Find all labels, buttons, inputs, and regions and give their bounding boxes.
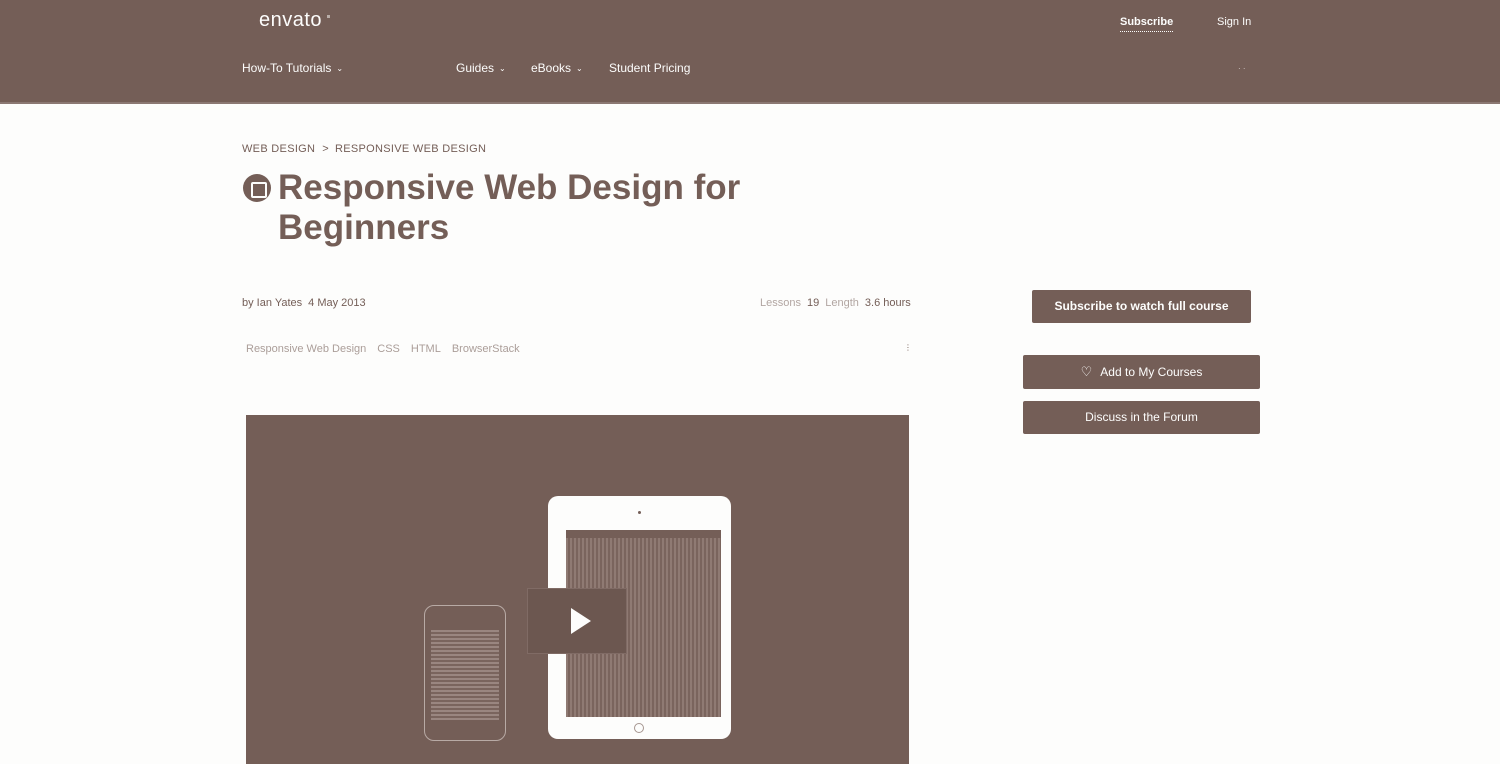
course-stats: Lessons 19 Length 3.6 hours bbox=[760, 297, 917, 309]
tag-item[interactable]: BrowserStack bbox=[452, 343, 520, 355]
site-header: envato Subscribe Sign In How-To Tutorial… bbox=[0, 0, 1500, 104]
tag-item[interactable]: Responsive Web Design bbox=[246, 343, 366, 355]
breadcrumb-separator: > bbox=[322, 143, 330, 155]
breadcrumb-responsive-web-design[interactable]: RESPONSIVE WEB DESIGN bbox=[335, 143, 486, 155]
subscribe-watch-button[interactable]: Subscribe to watch full course bbox=[1032, 290, 1251, 323]
phone-screen bbox=[431, 630, 499, 720]
add-button-label: Add to My Courses bbox=[1100, 365, 1203, 379]
video-player[interactable] bbox=[246, 415, 909, 764]
sign-in-link[interactable]: Sign In bbox=[1217, 16, 1251, 28]
nav-guides[interactable]: Guides ⌄ bbox=[456, 61, 506, 75]
chevron-down-icon: ⌄ bbox=[576, 64, 583, 73]
page-title: Responsive Web Design for Beginners bbox=[278, 168, 741, 247]
add-to-my-courses-button[interactable]: ♡ Add to My Courses bbox=[1023, 355, 1260, 389]
subscribe-link[interactable]: Subscribe bbox=[1120, 16, 1174, 32]
length-value: 3.6 hours bbox=[864, 297, 911, 309]
tablet-home-button bbox=[634, 723, 644, 733]
share-icon[interactable]: ⋮ bbox=[904, 343, 912, 352]
envato-logo[interactable]: envato bbox=[259, 9, 331, 32]
nav-label: How-To Tutorials bbox=[242, 61, 332, 75]
play-icon[interactable] bbox=[527, 588, 627, 654]
lessons-count: 19 bbox=[806, 297, 820, 309]
nav-student-pricing[interactable]: Student Pricing bbox=[609, 61, 690, 75]
course-byline: by Ian Yates 4 May 2013 bbox=[242, 297, 366, 309]
tag-item[interactable]: HTML bbox=[411, 343, 441, 355]
phone-illustration bbox=[424, 605, 506, 741]
author-link[interactable]: by Ian Yates bbox=[242, 297, 302, 309]
search-icon[interactable]: · · bbox=[1238, 64, 1246, 73]
nav-label: Student Pricing bbox=[609, 61, 691, 75]
chevron-down-icon: ⌄ bbox=[499, 64, 506, 73]
nav-label: eBooks bbox=[531, 61, 572, 75]
breadcrumb: WEB DESIGN > RESPONSIVE WEB DESIGN bbox=[242, 143, 486, 155]
tablet-camera bbox=[638, 511, 641, 514]
grid-icon bbox=[243, 174, 271, 202]
nav-ebooks[interactable]: eBooks ⌄ bbox=[531, 61, 583, 75]
logo-dot bbox=[327, 15, 331, 19]
tablet-screen-bar bbox=[566, 530, 721, 538]
chevron-down-icon: ⌄ bbox=[336, 64, 344, 73]
course-date: 4 May 2013 bbox=[308, 297, 366, 309]
heart-icon: ♡ bbox=[1080, 364, 1093, 379]
tag-item[interactable]: CSS bbox=[377, 343, 400, 355]
logo-text: envato bbox=[259, 9, 323, 31]
nav-how-to-tutorials[interactable]: How-To Tutorials ⌄ bbox=[242, 61, 343, 75]
tag-list: Responsive Web Design CSS HTML BrowserStack bbox=[246, 343, 531, 355]
discuss-forum-button[interactable]: Discuss in the Forum bbox=[1023, 401, 1260, 434]
lessons-label: Lessons bbox=[760, 297, 801, 309]
breadcrumb-web-design[interactable]: WEB DESIGN bbox=[242, 143, 315, 155]
length-label: Length bbox=[825, 297, 859, 309]
nav-label: Guides bbox=[456, 61, 495, 75]
